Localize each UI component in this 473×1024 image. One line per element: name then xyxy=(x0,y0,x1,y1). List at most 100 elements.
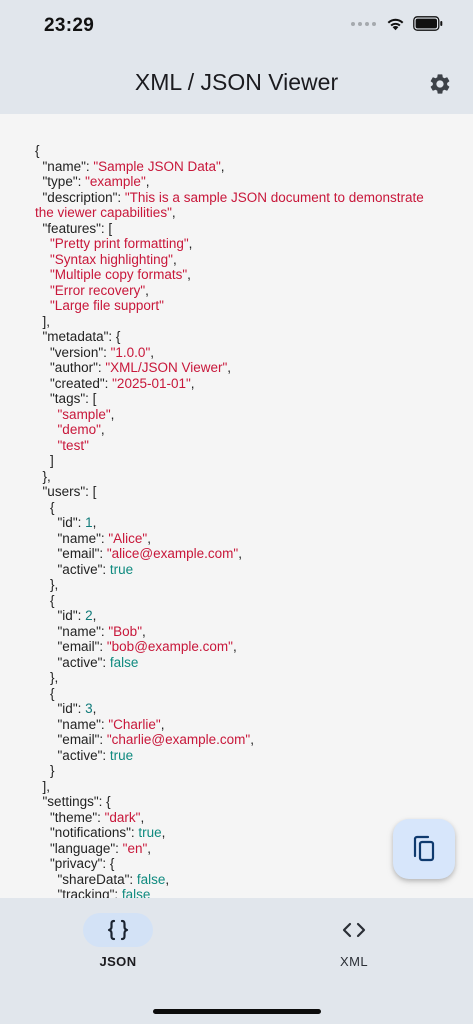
json-line: "tags": [ xyxy=(35,391,445,407)
json-key-text: , xyxy=(92,515,97,530)
json-key-text xyxy=(35,422,58,437)
json-key-text: "id": xyxy=(35,701,86,716)
status-bar: 23:29 xyxy=(0,0,473,56)
settings-button[interactable] xyxy=(419,66,461,102)
copy-icon xyxy=(413,835,435,862)
json-line: ], xyxy=(35,779,445,795)
json-key-text: "metadata": { xyxy=(35,329,121,344)
json-line: "name": "Sample JSON Data", xyxy=(35,159,445,175)
json-line: "Error recovery", xyxy=(35,283,445,299)
json-string-value: "demo" xyxy=(57,422,101,437)
json-line: "features": [ xyxy=(35,221,445,237)
json-key-text: "users": [ xyxy=(35,484,97,499)
json-key-text: , xyxy=(187,267,191,282)
json-line: "language": "en", xyxy=(35,841,445,857)
app-title: XML / JSON Viewer xyxy=(134,69,339,95)
json-key-text: ], xyxy=(35,778,51,794)
json-line: "id": 1, xyxy=(35,515,445,531)
json-key-text xyxy=(35,438,58,453)
json-line: "name": "Bob", xyxy=(35,624,445,640)
json-key-text: , xyxy=(188,236,193,251)
json-key-text: ], xyxy=(35,313,51,329)
json-key-text: "active": xyxy=(35,654,110,670)
json-string-value: "Syntax highlighting" xyxy=(50,251,173,267)
json-key-text: , xyxy=(92,608,97,623)
json-key-text: "author": xyxy=(35,360,106,375)
json-line: }, xyxy=(35,469,445,485)
json-line: "demo", xyxy=(35,422,445,438)
json-line: "active": true xyxy=(35,748,445,764)
home-indicator[interactable] xyxy=(153,1009,321,1014)
nav-tab-xml[interactable]: XML xyxy=(294,912,414,976)
json-string-value: "1.0.0" xyxy=(110,344,151,360)
json-key-text: "active": xyxy=(35,747,110,763)
nav-tab-json[interactable]: JSON xyxy=(58,912,178,976)
json-key-text: { xyxy=(35,592,55,608)
json-key-text: , xyxy=(145,174,150,189)
json-line: "active": false xyxy=(35,655,445,671)
json-key-text: ] xyxy=(35,453,54,468)
json-key-text: "name": xyxy=(35,530,109,546)
json-string-value: "XML/JSON Viewer" xyxy=(105,360,228,375)
json-key-text: { xyxy=(35,143,40,158)
json-string-value: "en" xyxy=(122,840,148,856)
json-key-text: }, xyxy=(35,577,59,592)
json-line: "author": "XML/JSON Viewer", xyxy=(35,360,445,376)
bottom-navigation: JSON XML xyxy=(0,898,473,1024)
json-key-text: "email": xyxy=(35,546,107,561)
nav-tab-json-indicator xyxy=(83,913,153,947)
json-key-text: "type": xyxy=(35,174,86,189)
json-key-text: "name": xyxy=(35,158,94,174)
json-line: "Multiple copy formats", xyxy=(35,267,445,283)
json-key-text: , xyxy=(172,251,177,267)
json-string-value: "Error recovery" xyxy=(50,282,146,298)
code-icon xyxy=(342,922,366,938)
json-key-text: "name": xyxy=(35,716,109,732)
json-string-value: "test" xyxy=(57,437,89,453)
json-line: "name": "Alice", xyxy=(35,531,445,547)
json-line: { xyxy=(35,593,445,609)
json-line: "Pretty print formatting", xyxy=(35,236,445,252)
json-key-text: , xyxy=(145,282,149,298)
json-line: "settings": { xyxy=(35,794,445,810)
json-key-text: "language": xyxy=(35,840,123,856)
json-key-text: "theme": xyxy=(35,809,105,825)
json-key-text: "version": xyxy=(35,344,111,360)
json-string-value: "Sample JSON Data" xyxy=(93,158,221,174)
json-string-value: "Alice" xyxy=(108,530,148,546)
json-key-text: "tracking": xyxy=(35,887,122,898)
json-key-text: "email": xyxy=(35,732,107,747)
json-key-text: }, xyxy=(35,670,59,685)
json-key-text: , xyxy=(100,422,105,437)
json-line: }, xyxy=(35,670,445,686)
json-line: { xyxy=(35,500,445,516)
json-line: ], xyxy=(35,314,445,330)
status-time: 23:29 xyxy=(44,15,95,36)
json-key-text: "features": [ xyxy=(35,220,113,236)
json-boolean-value: true xyxy=(109,561,134,577)
json-key-text xyxy=(35,267,50,282)
json-line: "Large file support" xyxy=(35,298,445,314)
json-line: "tracking": false xyxy=(35,887,445,898)
copy-button[interactable] xyxy=(393,819,455,879)
json-key-text: , xyxy=(165,871,170,887)
json-line: "email": "alice@example.com", xyxy=(35,546,445,562)
json-key-text xyxy=(35,283,50,298)
json-string-value: "dark" xyxy=(104,809,141,825)
json-key-text: }, xyxy=(35,468,51,484)
json-string-value: "bob@example.com" xyxy=(106,639,233,654)
json-line: "Syntax highlighting", xyxy=(35,252,445,268)
json-line: "email": "charlie@example.com", xyxy=(35,732,445,748)
json-key-text: "id": xyxy=(35,608,86,623)
json-content-area[interactable]: { "name": "Sample JSON Data", "type": "e… xyxy=(0,114,473,898)
json-code-view: { "name": "Sample JSON Data", "type": "e… xyxy=(35,143,445,898)
json-key-text: , xyxy=(140,809,145,825)
battery-icon xyxy=(413,16,443,31)
json-key-text: "shareData": xyxy=(35,871,137,887)
nav-tab-xml-indicator xyxy=(319,913,389,947)
json-key-text: , xyxy=(92,701,97,716)
json-key-text xyxy=(35,252,50,267)
json-key-text: , xyxy=(220,158,225,174)
json-line: "users": [ xyxy=(35,484,445,500)
json-boolean-value: true xyxy=(109,747,134,763)
